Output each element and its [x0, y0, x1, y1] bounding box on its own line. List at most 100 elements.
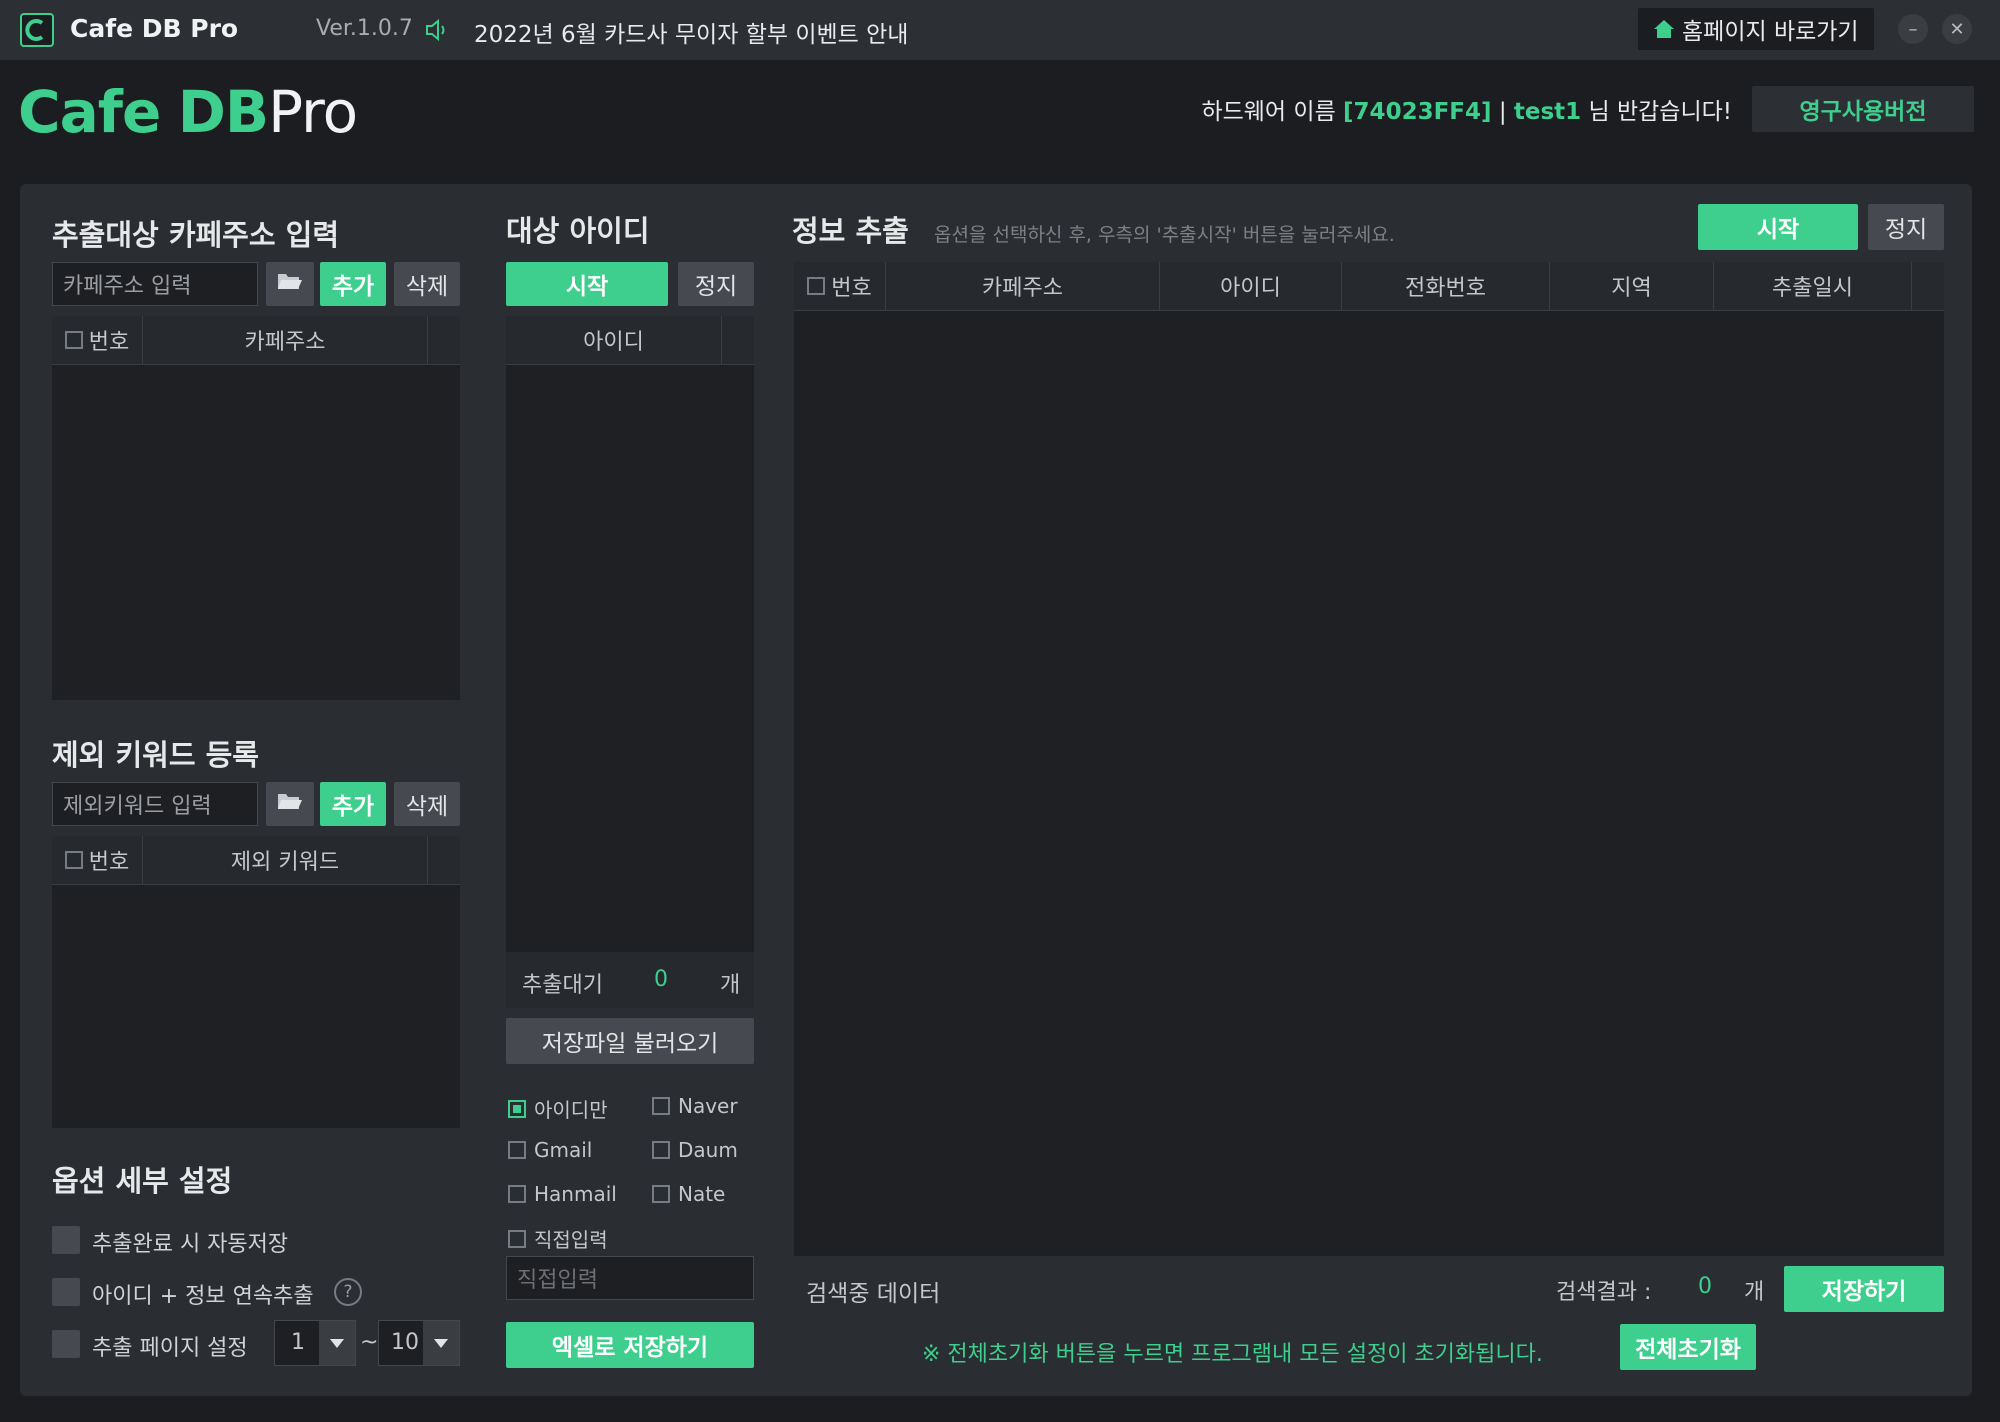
direct-label: 직접입력 [534, 1228, 608, 1252]
cafe-section-title: 추출대상 카페주소 입력 [52, 218, 339, 252]
extract-col-cafe-label: 카페주소 [982, 276, 1063, 301]
header: Cafe DBPro 하드웨어 이름 [74023FF4] | test1 님 … [0, 60, 2000, 160]
extract-select-all-checkbox[interactable] [807, 277, 826, 295]
username: test1 [1513, 99, 1582, 125]
target-col-id: 아이디 [506, 316, 722, 364]
help-icon[interactable]: ? [334, 1278, 362, 1306]
speaker-icon [424, 18, 450, 42]
help-icon-glyph: ? [343, 1282, 353, 1302]
auto-save-checkbox[interactable] [52, 1226, 80, 1254]
excel-save-button[interactable]: 엑셀로 저장하기 [506, 1322, 754, 1368]
cafe-col-number: 번호 [52, 316, 143, 364]
cafe-address-input[interactable]: 카페주소 입력 [52, 262, 258, 306]
keyword-folder-button[interactable] [266, 782, 314, 826]
continuous-checkbox[interactable] [52, 1278, 80, 1306]
direct-input[interactable]: 직접입력 [506, 1256, 754, 1300]
target-start-button[interactable]: 시작 [506, 262, 668, 306]
checkbox-gmail[interactable]: Gmail [508, 1138, 592, 1162]
load-file-button[interactable]: 저장파일 불러오기 [506, 1018, 754, 1064]
pending-unit: 개 [720, 973, 741, 998]
extract-table-header: 번호 카페주소 아이디 전화번호 지역 추출일시 [794, 262, 1944, 311]
extract-table: 번호 카페주소 아이디 전화번호 지역 추출일시 [794, 262, 1944, 1256]
idonly-checkbox[interactable] [508, 1099, 526, 1118]
extract-stop-button[interactable]: 정지 [1868, 204, 1944, 250]
logo: Cafe DBPro [18, 78, 358, 146]
app-icon [20, 13, 54, 47]
license-label: 영구사용버전 [1799, 99, 1927, 125]
reset-button[interactable]: 전체초기화 [1620, 1324, 1756, 1370]
page-setting-label: 추출 페이지 설정 [92, 1336, 248, 1361]
cafe-delete-button[interactable]: 삭제 [394, 262, 460, 306]
keyword-table-header: 번호 제외 키워드 [52, 836, 460, 885]
checkbox-nate[interactable]: Nate [652, 1182, 725, 1206]
cafe-add-button[interactable]: 추가 [320, 262, 386, 306]
license-button[interactable]: 영구사용버전 [1752, 86, 1974, 132]
save-button[interactable]: 저장하기 [1784, 1266, 1944, 1312]
gmail-checkbox[interactable] [508, 1141, 526, 1159]
cafe-select-all-checkbox[interactable] [64, 331, 83, 349]
page-setting-checkbox[interactable] [52, 1330, 80, 1358]
extract-col-phone-label: 전화번호 [1405, 276, 1486, 301]
direct-input-placeholder: 직접입력 [517, 1268, 598, 1293]
keyword-col-number: 번호 [52, 836, 143, 884]
nate-label: Nate [678, 1182, 726, 1206]
page-from-value: 1 [291, 1330, 305, 1355]
keyword-add-button[interactable]: 추가 [320, 782, 386, 826]
page-from-select[interactable]: 1 [274, 1320, 356, 1366]
target-ids-title: 대상 아이디 [506, 214, 650, 248]
pending-label: 추출대기 [522, 973, 603, 998]
home-icon [1652, 18, 1676, 40]
hanmail-label: Hanmail [534, 1182, 617, 1206]
cafe-table: 번호 카페주소 [52, 316, 460, 700]
close-button[interactable]: ✕ [1942, 14, 1972, 44]
extract-col-number: 번호 [794, 262, 886, 310]
keyword-select-all-checkbox[interactable] [64, 851, 83, 869]
checkbox-idonly[interactable]: 아이디만 [508, 1094, 608, 1123]
minimize-icon: – [1908, 18, 1918, 40]
keyword-delete-button[interactable]: 삭제 [394, 782, 460, 826]
keyword-input[interactable]: 제외키워드 입력 [52, 782, 258, 826]
checkbox-daum[interactable]: Daum [652, 1138, 738, 1162]
keyword-col-number-label: 번호 [88, 850, 130, 875]
extract-col-number-label: 번호 [831, 276, 872, 301]
extract-status: 검색중 데이터 [806, 1281, 941, 1307]
result-unit: 개 [1744, 1280, 1765, 1305]
notice-link[interactable]: 2022년 6월 카드사 무이자 할부 이벤트 안내 [474, 15, 908, 49]
extract-title: 정보 추출 [792, 214, 909, 248]
checkbox-direct[interactable]: 직접입력 [508, 1224, 608, 1253]
logo-db: DB [177, 78, 269, 146]
nate-checkbox[interactable] [652, 1185, 670, 1203]
extract-start-button[interactable]: 시작 [1698, 204, 1858, 250]
checkbox-hanmail[interactable]: Hanmail [508, 1182, 617, 1206]
result-label: 검색결과 : [1556, 1280, 1652, 1305]
greeting-prefix: 하드웨어 이름 [1201, 99, 1336, 125]
title-bar: Cafe DB Pro Ver.1.0.7 2022년 6월 카드사 무이자 할… [0, 0, 2000, 60]
logo-cafe: Cafe [18, 78, 161, 146]
extract-col-date: 추출일시 [1714, 262, 1912, 310]
version-label: Ver.1.0.7 [316, 16, 413, 41]
naver-checkbox[interactable] [652, 1097, 670, 1115]
logo-pro: Pro [268, 78, 358, 146]
homepage-label: 홈페이지 바로가기 [1682, 19, 1859, 45]
greeting-separator: | [1498, 99, 1507, 125]
direct-checkbox[interactable] [508, 1229, 526, 1248]
checkbox-naver[interactable]: Naver [652, 1094, 738, 1118]
page-to-select[interactable]: 10 [378, 1320, 460, 1366]
pending-count: 0 [654, 967, 668, 992]
homepage-button[interactable]: 홈페이지 바로가기 [1638, 8, 1874, 50]
hanmail-checkbox[interactable] [508, 1185, 526, 1203]
daum-checkbox[interactable] [652, 1141, 670, 1159]
chevron-down-icon [319, 1321, 355, 1365]
target-stop-button[interactable]: 정지 [678, 262, 754, 306]
continuous-label: 아이디 + 정보 연속추출 [92, 1284, 314, 1309]
cafe-table-header: 번호 카페주소 [52, 316, 460, 365]
extract-col-id: 아이디 [1160, 262, 1342, 310]
cafe-folder-button[interactable] [266, 262, 314, 306]
keyword-placeholder: 제외키워드 입력 [63, 794, 212, 819]
daum-label: Daum [678, 1138, 738, 1162]
extract-col-id-label: 아이디 [1220, 276, 1281, 301]
auto-save-label: 추출완료 시 자동저장 [92, 1232, 289, 1257]
minimize-button[interactable]: – [1898, 14, 1928, 44]
extract-col-date-label: 추출일시 [1772, 276, 1853, 301]
target-col-id-label: 아이디 [583, 330, 644, 355]
